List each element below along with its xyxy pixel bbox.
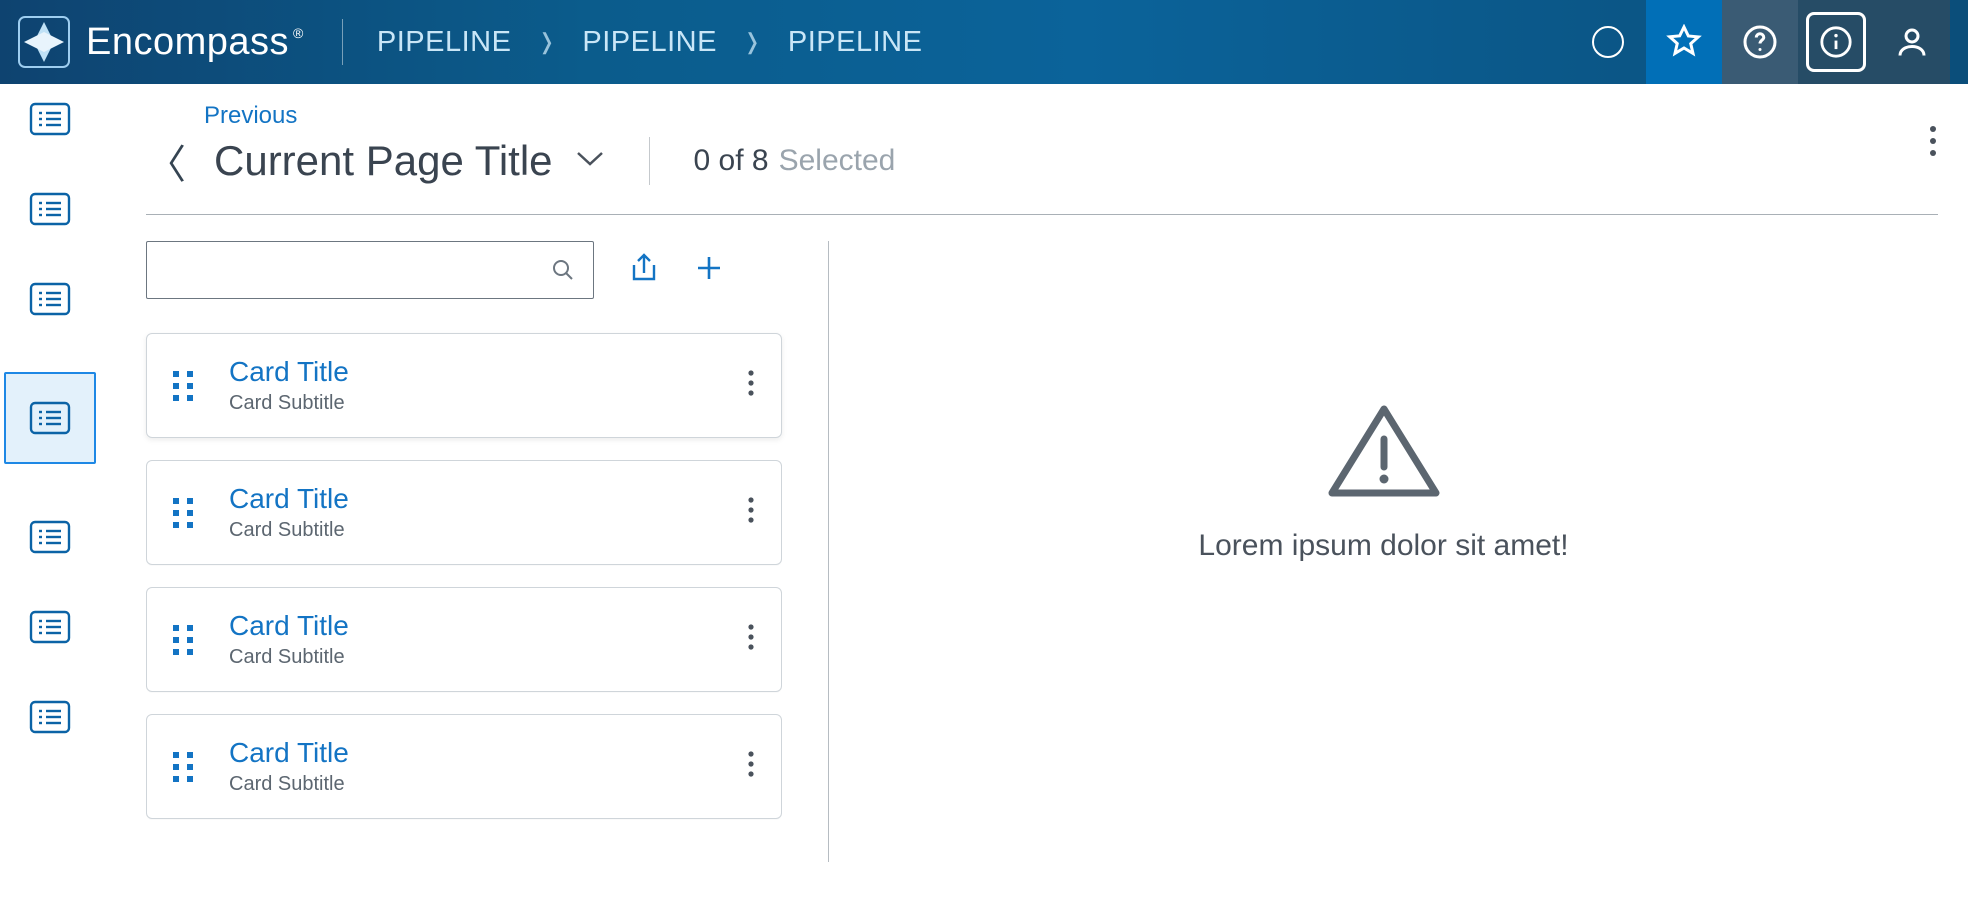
info-button[interactable]: [1798, 0, 1874, 84]
help-button[interactable]: [1722, 0, 1798, 84]
card-title: Card Title: [229, 483, 349, 515]
product-name-text: Encompass: [86, 21, 289, 64]
count-label: Selected: [779, 144, 896, 177]
chevron-right-icon: ❭: [743, 29, 762, 55]
drag-handle-icon[interactable]: [173, 498, 195, 528]
empty-state-message: Lorem ipsum dolor sit amet!: [1198, 529, 1568, 563]
logo-mark-icon: [18, 16, 70, 68]
topbar-actions: [1570, 0, 1950, 84]
list-toolbar: [146, 241, 782, 299]
rail-item-6[interactable]: [29, 610, 71, 644]
list-icon: [29, 520, 71, 554]
title-row: 〈 Current Page Title 0 of 8 Selected: [146, 132, 1938, 190]
back-chevron-icon[interactable]: 〈: [146, 132, 186, 190]
list-icon: [29, 192, 71, 226]
card-title: Card Title: [229, 737, 349, 769]
count-value: 0 of 8: [694, 144, 769, 177]
rail-item-5[interactable]: [29, 520, 71, 554]
list-icon: [29, 401, 71, 435]
user-icon: [1894, 24, 1930, 60]
list-item[interactable]: Card Title Card Subtitle: [146, 587, 782, 692]
plus-icon: [694, 253, 724, 283]
list-icon: [29, 610, 71, 644]
card-subtitle: Card Subtitle: [229, 392, 349, 415]
drag-handle-icon[interactable]: [173, 371, 195, 401]
previous-link[interactable]: Previous: [204, 102, 1938, 130]
list-item[interactable]: Card Title Card Subtitle: [146, 460, 782, 565]
divider: [649, 137, 650, 185]
list-icon: [29, 282, 71, 316]
card-title: Card Title: [229, 610, 349, 642]
add-button[interactable]: [694, 253, 724, 288]
search-icon: [551, 258, 575, 282]
export-icon: [628, 251, 660, 285]
card-title: Card Title: [229, 356, 349, 388]
kebab-icon: [747, 623, 755, 651]
product-logo: Encompass ®: [18, 16, 304, 68]
selection-count: 0 of 8 Selected: [694, 144, 896, 178]
card-list: Card Title Card Subtitle Card Title Card…: [146, 333, 782, 819]
detail-pane: Lorem ipsum dolor sit amet!: [828, 241, 1938, 862]
title-dropdown-button[interactable]: [575, 150, 605, 173]
trademark-symbol: ®: [293, 25, 304, 41]
info-icon: [1819, 25, 1853, 59]
search-input[interactable]: [165, 257, 551, 283]
breadcrumb-item[interactable]: PIPELINE: [377, 26, 512, 59]
divider: [342, 19, 343, 65]
breadcrumb: PIPELINE ❭ PIPELINE ❭ PIPELINE: [377, 26, 923, 59]
user-button[interactable]: [1874, 0, 1950, 84]
search-box[interactable]: [146, 241, 594, 299]
divider: [146, 214, 1938, 215]
list-icon: [29, 700, 71, 734]
rail-item-7[interactable]: [29, 700, 71, 734]
breadcrumb-item[interactable]: PIPELINE: [582, 26, 717, 59]
page-overflow-button[interactable]: [1928, 124, 1938, 163]
card-subtitle: Card Subtitle: [229, 646, 349, 669]
drag-handle-icon[interactable]: [173, 625, 195, 655]
status-circle-button[interactable]: [1570, 0, 1646, 84]
warning-icon: [1324, 401, 1444, 501]
list-pane: Card Title Card Subtitle Card Title Card…: [146, 241, 782, 862]
card-overflow-button[interactable]: [747, 750, 755, 783]
kebab-icon: [1928, 124, 1938, 158]
list-item[interactable]: Card Title Card Subtitle: [146, 714, 782, 819]
rail-item-2[interactable]: [29, 192, 71, 226]
top-bar: Encompass ® PIPELINE ❭ PIPELINE ❭ PIPELI…: [0, 0, 1968, 84]
card-overflow-button[interactable]: [747, 369, 755, 402]
list-icon: [29, 102, 71, 136]
product-name: Encompass ®: [86, 21, 304, 64]
help-icon: [1742, 24, 1778, 60]
drag-handle-icon[interactable]: [173, 752, 195, 782]
circle-icon: [1590, 24, 1626, 60]
favorite-button[interactable]: [1646, 0, 1722, 84]
rail-item-4-active[interactable]: [4, 372, 96, 464]
chevron-down-icon: [575, 150, 605, 168]
chevron-right-icon: ❭: [537, 29, 556, 55]
kebab-icon: [747, 369, 755, 397]
kebab-icon: [747, 496, 755, 524]
card-overflow-button[interactable]: [747, 623, 755, 656]
main-content: Previous 〈 Current Page Title 0 of 8 Sele…: [100, 84, 1968, 913]
card-subtitle: Card Subtitle: [229, 773, 349, 796]
list-item[interactable]: Card Title Card Subtitle: [146, 333, 782, 438]
card-subtitle: Card Subtitle: [229, 519, 349, 542]
breadcrumb-item[interactable]: PIPELINE: [788, 26, 923, 59]
kebab-icon: [747, 750, 755, 778]
export-button[interactable]: [628, 251, 660, 290]
rail-item-3[interactable]: [29, 282, 71, 316]
rail-item-1[interactable]: [29, 102, 71, 136]
left-rail: [0, 84, 100, 913]
star-icon: [1666, 24, 1702, 60]
page-title: Current Page Title: [214, 137, 553, 185]
card-overflow-button[interactable]: [747, 496, 755, 529]
